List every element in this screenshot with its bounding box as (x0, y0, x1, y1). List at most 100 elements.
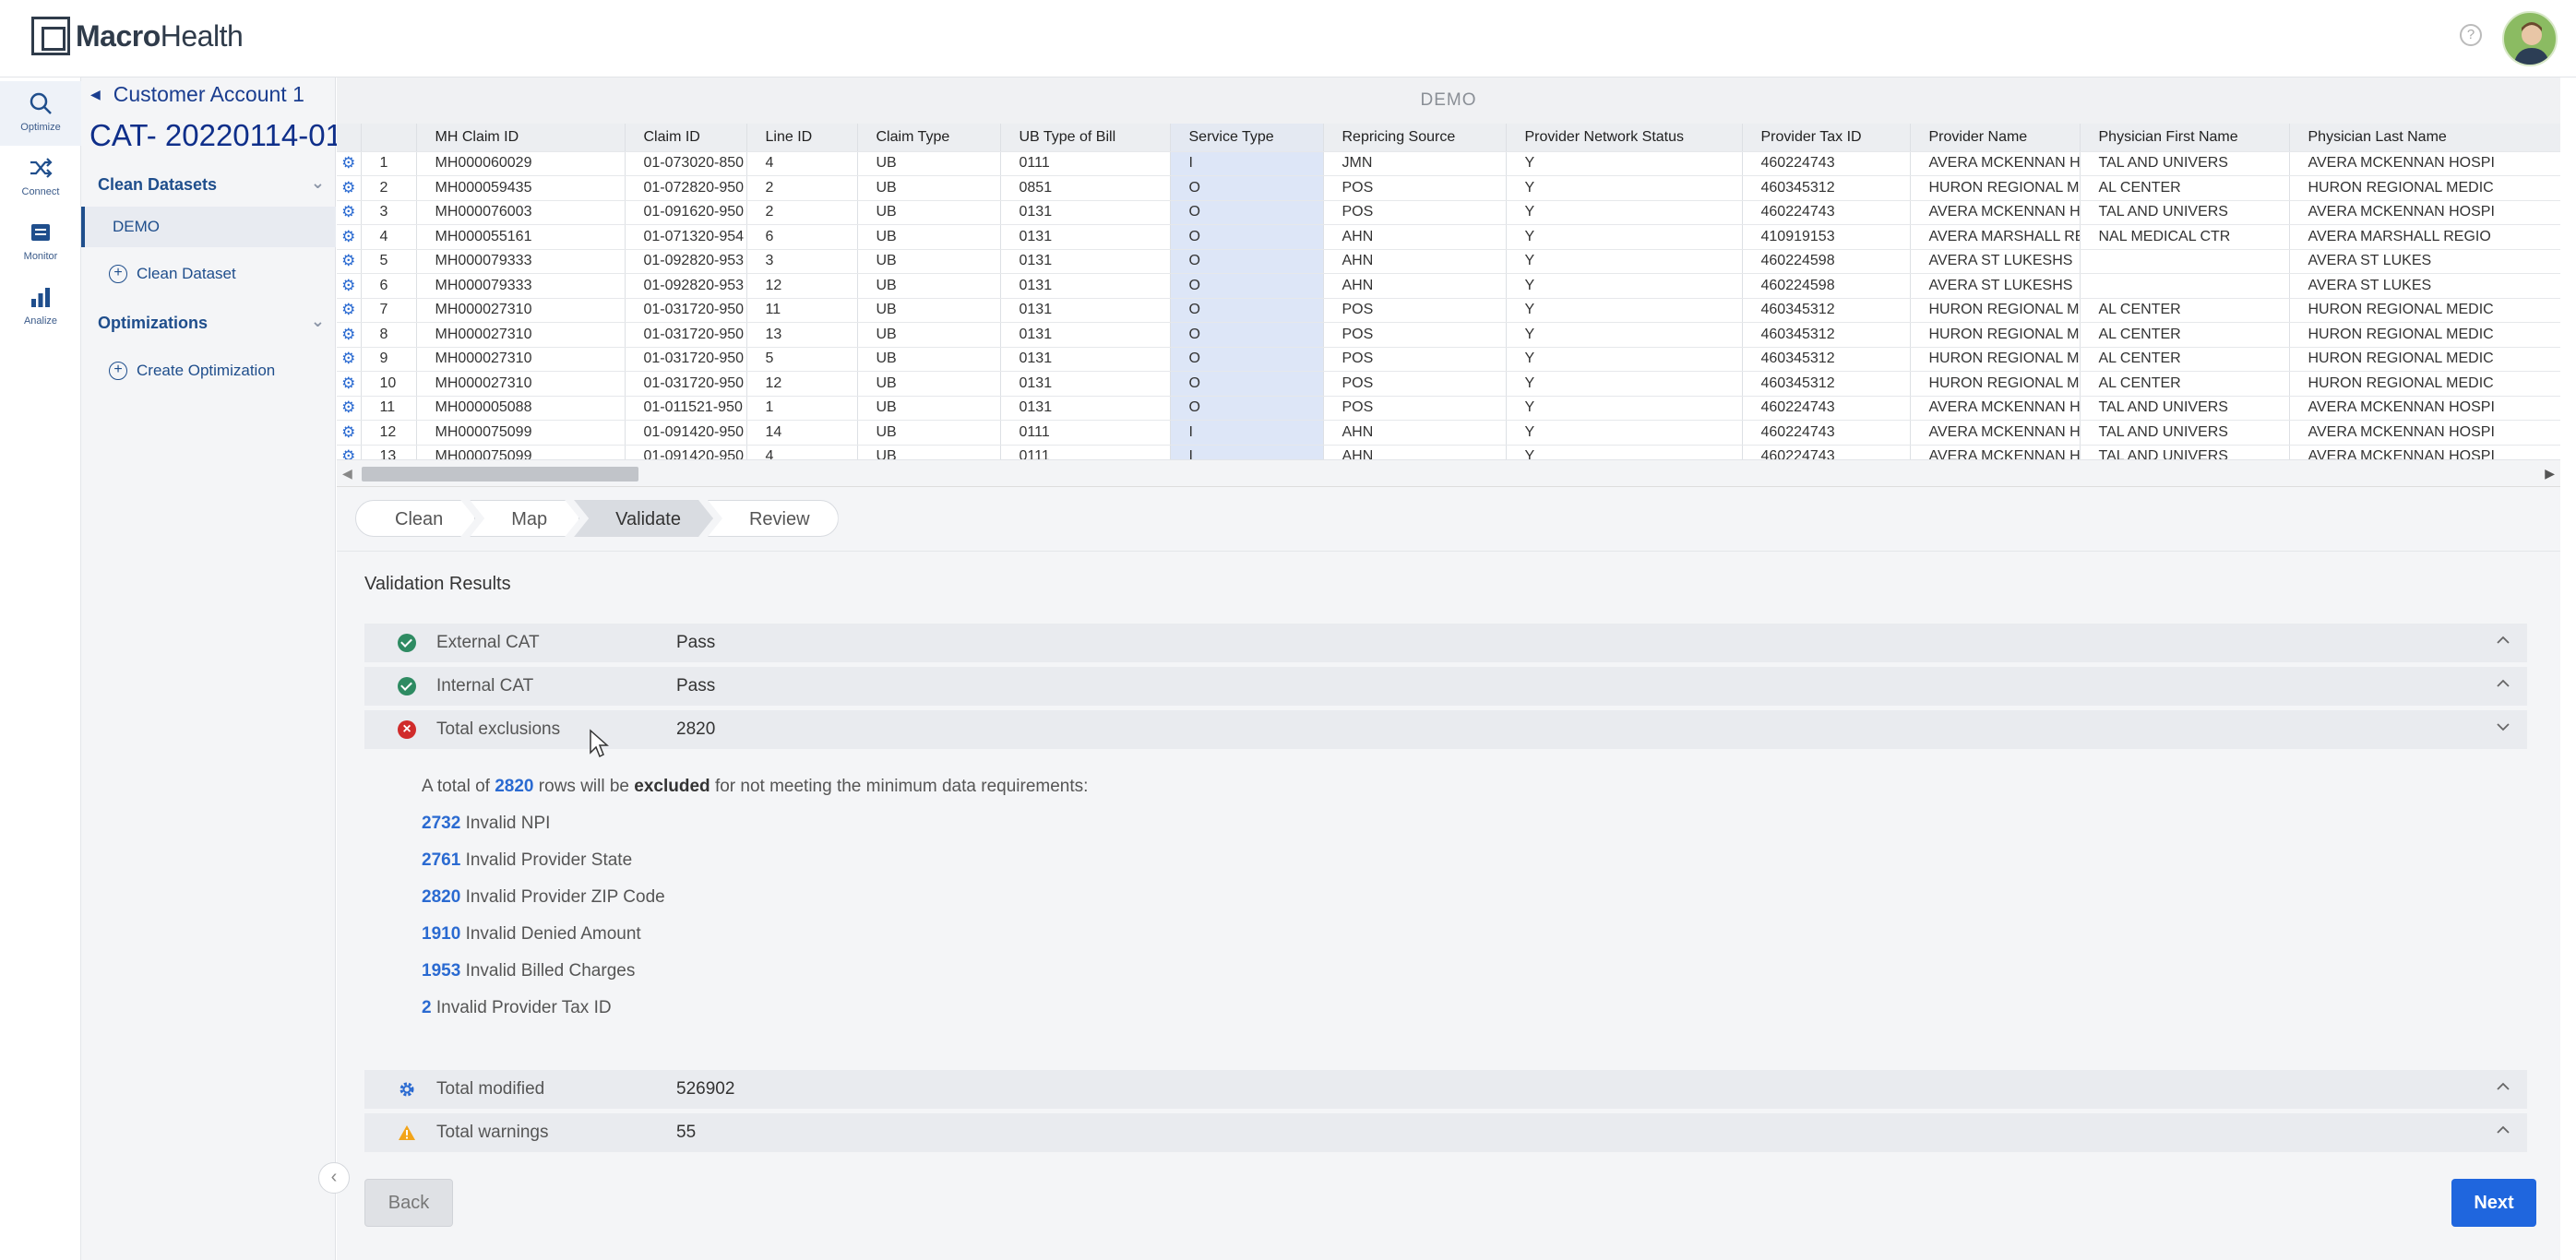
rail-optimize[interactable]: Optimize (0, 81, 81, 146)
clean-datasets-header[interactable]: Clean Datasets ⌄ (98, 170, 328, 199)
table-cell[interactable]: POS (1323, 396, 1507, 421)
table-cell[interactable]: UB (857, 273, 1001, 299)
table-cell[interactable]: 12 (746, 371, 858, 397)
step-map[interactable]: Map (470, 500, 579, 537)
table-row[interactable]: ⚙ 7 MH000027310 01-031720-950 11 UB 0131 O POS Y 4… (337, 298, 2560, 323)
table-cell[interactable]: 11 (746, 298, 858, 323)
gear-icon[interactable]: ⚙ (337, 420, 362, 446)
table-cell[interactable]: 460224743 (1742, 396, 1911, 421)
table-cell[interactable]: 01-031720-950 (625, 298, 747, 323)
table-cell[interactable]: 0131 (1000, 347, 1171, 372)
rail-analize[interactable]: Analize (0, 275, 81, 339)
row-number[interactable]: 9 (361, 347, 417, 372)
table-cell[interactable]: 1 (746, 396, 858, 421)
column-header[interactable]: UB Type of Bill (1000, 124, 1171, 152)
table-cell[interactable]: HURON REGIONAL MEDIC (2289, 175, 2560, 201)
table-cell[interactable]: Y (1506, 347, 1743, 372)
table-cell[interactable]: 0131 (1000, 224, 1171, 250)
table-cell[interactable]: 460345312 (1742, 298, 1911, 323)
row-number[interactable]: 5 (361, 249, 417, 274)
table-cell[interactable]: AVERA MARSHALL RE (1910, 224, 2081, 250)
dataset-item-demo[interactable]: DEMO (81, 207, 336, 247)
step-clean[interactable]: Clean (355, 500, 475, 537)
scroll-right-icon[interactable]: ▶ (2545, 466, 2555, 481)
table-row[interactable]: ⚙ 3 MH000076003 01-091620-950 2 UB 0131 O POS Y 46… (337, 200, 2560, 225)
table-cell[interactable]: O (1170, 249, 1324, 274)
table-cell[interactable]: O (1170, 200, 1324, 225)
table-cell[interactable]: 01-091420-950 (625, 420, 747, 446)
gear-icon[interactable]: ⚙ (337, 347, 362, 372)
table-cell[interactable]: POS (1323, 371, 1507, 397)
help-icon[interactable]: ? (2460, 24, 2482, 46)
table-cell[interactable]: 2 (746, 175, 858, 201)
row-number[interactable]: 1 (361, 151, 417, 176)
table-row[interactable]: ⚙ 8 MH000027310 01-031720-950 13 UB 0131 O POS Y 4… (337, 322, 2560, 348)
table-cell[interactable]: AVERA ST LUKES (2289, 249, 2560, 274)
table-cell[interactable]: TAL AND UNIVERS (2080, 420, 2290, 446)
exclusion-count[interactable]: 2732 (422, 814, 460, 833)
table-cell[interactable]: 460345312 (1742, 347, 1911, 372)
table-cell[interactable]: HURON REGIONAL MEDIC (2289, 371, 2560, 397)
table-cell[interactable]: HURON REGIONAL MEDIC (2289, 322, 2560, 348)
table-cell[interactable]: AVERA MCKENNAN HO (1910, 200, 2081, 225)
table-cell[interactable]: AVERA MCKENNAN HO (1910, 151, 2081, 176)
table-cell[interactable]: MH000027310 (416, 322, 626, 348)
row-number[interactable]: 8 (361, 322, 417, 348)
table-cell[interactable]: HURON REGIONAL MEDIC (2289, 347, 2560, 372)
table-cell[interactable]: 14 (746, 420, 858, 446)
table-cell[interactable]: POS (1323, 175, 1507, 201)
table-cell[interactable]: POS (1323, 347, 1507, 372)
table-row[interactable]: ⚙ 11 MH000005088 01-011521-950 1 UB 0131 O POS Y 4… (337, 396, 2560, 421)
table-cell[interactable]: O (1170, 396, 1324, 421)
table-cell[interactable]: 01-092820-953 (625, 273, 747, 299)
chevron-up-icon[interactable] (2494, 1077, 2512, 1096)
table-cell[interactable]: 460345312 (1742, 371, 1911, 397)
table-cell[interactable]: UB (857, 371, 1001, 397)
validation-row-external-cat[interactable]: External CAT Pass (364, 624, 2527, 662)
table-cell[interactable]: MH000005088 (416, 396, 626, 421)
table-cell[interactable]: 12 (746, 273, 858, 299)
table-cell[interactable]: AHN (1323, 273, 1507, 299)
table-cell[interactable]: UB (857, 322, 1001, 348)
table-cell[interactable] (2080, 249, 2290, 274)
table-cell[interactable]: HURON REGIONAL MEDIC (2289, 298, 2560, 323)
table-cell[interactable]: O (1170, 347, 1324, 372)
gear-icon[interactable]: ⚙ (337, 249, 362, 274)
table-row[interactable]: ⚙ 6 MH000079333 01-092820-953 12 UB 0131 O AHN Y 4… (337, 273, 2560, 299)
row-number[interactable]: 7 (361, 298, 417, 323)
table-cell[interactable]: MH000027310 (416, 347, 626, 372)
table-cell[interactable]: MH000059435 (416, 175, 626, 201)
column-header[interactable]: MH Claim ID (416, 124, 626, 152)
validation-row-total-modified[interactable]: Total modified 526902 (364, 1070, 2527, 1109)
table-cell[interactable]: Y (1506, 151, 1743, 176)
column-header[interactable]: Physician Last Name (2289, 124, 2560, 152)
table-cell[interactable]: Y (1506, 420, 1743, 446)
table-cell[interactable]: AVERA MCKENNAN HOSPI (2289, 420, 2560, 446)
table-cell[interactable]: O (1170, 175, 1324, 201)
step-review[interactable]: Review (707, 500, 839, 537)
table-cell[interactable]: AVERA ST LUKES (2289, 273, 2560, 299)
exclusion-count[interactable]: 2761 (422, 850, 460, 870)
table-cell[interactable]: 410919153 (1742, 224, 1911, 250)
validation-row-total-warnings[interactable]: Total warnings 55 (364, 1113, 2527, 1152)
table-cell[interactable]: UB (857, 396, 1001, 421)
gear-icon[interactable]: ⚙ (337, 224, 362, 250)
table-row[interactable]: ⚙ 1 MH000060029 01-073020-850 4 UB 0111 I JMN Y 46… (337, 151, 2560, 176)
table-cell[interactable]: AVERA MARSHALL REGIO (2289, 224, 2560, 250)
back-button[interactable]: Back (364, 1179, 453, 1227)
column-header[interactable]: Service Type (1170, 124, 1324, 152)
table-cell[interactable]: O (1170, 273, 1324, 299)
column-header[interactable]: Claim Type (857, 124, 1001, 152)
table-cell[interactable]: AVERA MCKENNAN HO (1910, 396, 2081, 421)
table-cell[interactable]: TAL AND UNIVERS (2080, 151, 2290, 176)
table-cell[interactable]: AVERA MCKENNAN HO (1910, 420, 2081, 446)
table-cell[interactable]: O (1170, 371, 1324, 397)
table-cell[interactable]: 460224743 (1742, 420, 1911, 446)
row-number[interactable]: 12 (361, 420, 417, 446)
table-cell[interactable]: 2 (746, 200, 858, 225)
table-cell[interactable]: Y (1506, 371, 1743, 397)
horizontal-scrollbar[interactable]: ◀ ▶ (337, 459, 2560, 486)
row-number[interactable]: 3 (361, 200, 417, 225)
gear-icon[interactable]: ⚙ (337, 200, 362, 225)
validation-row-total-exclusions[interactable]: × Total exclusions 2820 (364, 710, 2527, 749)
